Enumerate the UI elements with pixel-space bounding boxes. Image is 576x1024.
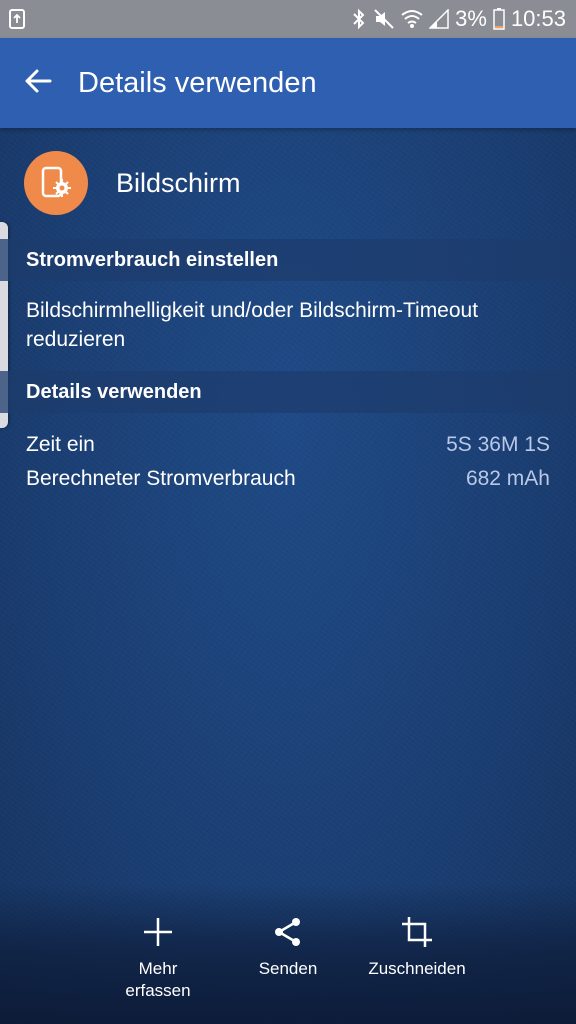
detail-row-power-usage: Berechneter Stromverbrauch 682 mAh [26,464,550,494]
crop-button[interactable]: Zuschneiden [358,912,476,980]
share-icon [272,912,304,952]
arrow-left-icon [24,68,52,99]
capture-more-label: Mehr erfassen [125,959,191,1000]
page-title: Details verwenden [78,66,317,99]
detail-value: 5S 36M 1S [446,433,550,456]
tip-section-header: Stromverbrauch einstellen [0,239,576,281]
screen-settings-icon [24,151,88,215]
bluetooth-icon [351,8,367,30]
signal-icon [429,9,449,29]
details-section-header: Details verwenden [0,371,576,413]
share-label: Senden [258,959,318,978]
app-bar: Details verwenden [0,38,576,128]
detail-label: Berechneter Stromverbrauch [26,467,296,490]
crop-label: Zuschneiden [368,959,466,978]
mute-icon [373,8,395,30]
wifi-icon [401,9,423,29]
capture-more-button[interactable]: Mehr erfassen [118,912,198,1002]
notification-icon [8,8,26,30]
app-header: Bildschirm [24,150,552,216]
status-bar: 3% 10:53 [0,0,576,38]
back-button[interactable] [0,38,76,128]
share-button[interactable]: Senden [248,912,328,980]
battery-percent: 3% [455,6,487,31]
detail-value: 682 mAh [465,467,550,490]
plus-icon [142,912,174,952]
tip-text: Bildschirmhelligkeit und/oder Bildschirm… [26,299,479,351]
detail-label: Zeit ein [26,433,95,456]
clock: 10:53 [510,6,566,31]
app-name: Bildschirm [116,167,241,198]
detail-row-time-on: Zeit ein 5S 36M 1S [26,430,550,460]
battery-icon [493,8,505,30]
crop-icon [401,912,433,952]
